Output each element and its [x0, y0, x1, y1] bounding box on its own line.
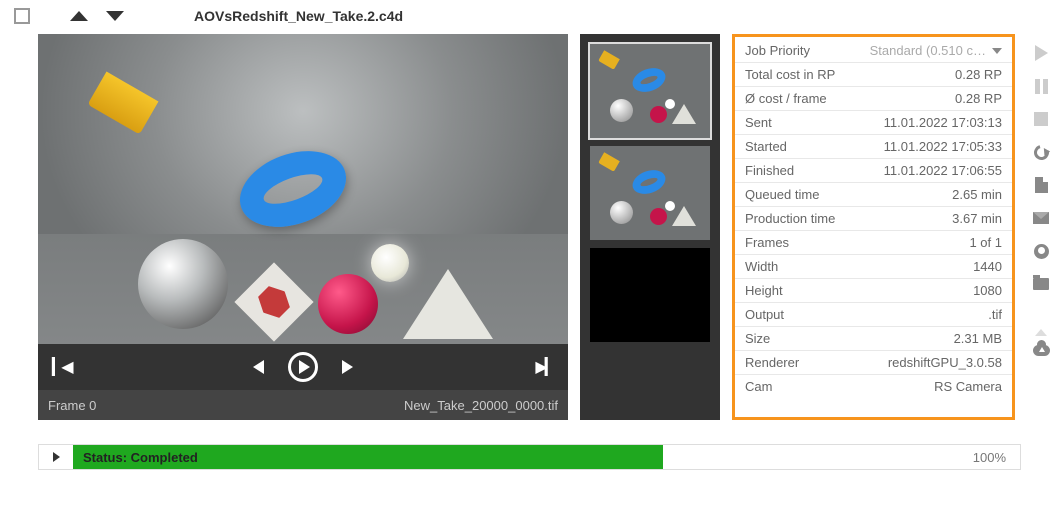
move-down-icon[interactable] — [106, 11, 124, 21]
action-sidebar — [1027, 34, 1055, 420]
detail-value: 2.31 MB — [954, 331, 1002, 346]
frame-label: Frame 0 — [48, 398, 96, 413]
status-percent: 100% — [940, 450, 1020, 465]
detail-value: Standard (0.510 c… — [870, 43, 1002, 58]
thumbnail-strip — [580, 34, 720, 420]
select-checkbox[interactable] — [14, 8, 30, 24]
detail-value: 11.01.2022 17:05:33 — [884, 139, 1002, 154]
detail-value: 0.28 RP — [955, 91, 1002, 106]
playback-controls: ▎◀ ▶▎ — [38, 344, 568, 390]
thumbnail[interactable] — [590, 146, 710, 240]
pause-job-icon[interactable] — [1032, 77, 1050, 95]
stop-job-icon[interactable] — [1032, 110, 1050, 128]
detail-row: Sent 11.01.2022 17:03:13 — [735, 111, 1012, 135]
detail-row[interactable]: Job Priority Standard (0.510 c… — [735, 39, 1012, 63]
detail-value: 1440 — [973, 259, 1002, 274]
chevron-down-icon[interactable] — [992, 48, 1002, 54]
detail-value: RS Camera — [934, 379, 1002, 394]
expand-status-icon[interactable] — [39, 452, 73, 462]
detail-key: Width — [745, 259, 778, 274]
detail-key: Sent — [745, 115, 772, 130]
detail-row: Frames 1 of 1 — [735, 231, 1012, 255]
detail-value: .tif — [988, 307, 1002, 322]
frame-info-bar: Frame 0 New_Take_20000_0000.tif — [38, 390, 568, 420]
folder-icon[interactable] — [1032, 275, 1050, 293]
job-details-panel: Job Priority Standard (0.510 c… Total cos… — [732, 34, 1015, 420]
detail-key: Size — [745, 331, 770, 346]
detail-value: 3.67 min — [952, 211, 1002, 226]
download-icon[interactable] — [1032, 341, 1050, 359]
document-icon[interactable] — [1032, 176, 1050, 194]
frame-filename: New_Take_20000_0000.tif — [404, 398, 558, 413]
detail-row: Output .tif — [735, 303, 1012, 327]
detail-row: Renderer redshiftGPU_3.0.58 — [735, 351, 1012, 375]
thumbnail[interactable] — [590, 248, 710, 342]
detail-value: 2.65 min — [952, 187, 1002, 202]
detail-key: Started — [745, 139, 787, 154]
detail-key: Production time — [745, 211, 835, 226]
thumbnail[interactable] — [590, 44, 710, 138]
detail-row: Width 1440 — [735, 255, 1012, 279]
skip-end-icon[interactable]: ▶▎ — [535, 357, 554, 377]
detail-key: Job Priority — [745, 43, 810, 58]
prev-frame-icon[interactable] — [253, 360, 264, 374]
detail-key: Frames — [745, 235, 789, 250]
detail-row: Total cost in RP 0.28 RP — [735, 63, 1012, 87]
status-progress: Status: Completed — [73, 445, 940, 469]
job-title: AOVsRedshift_New_Take.2.c4d — [194, 8, 403, 24]
detail-value: redshiftGPU_3.0.58 — [888, 355, 1002, 370]
detail-value: 1080 — [973, 283, 1002, 298]
user-icon[interactable] — [1032, 242, 1050, 260]
detail-row: Started 11.01.2022 17:05:33 — [735, 135, 1012, 159]
status-label: Status: Completed — [83, 450, 198, 465]
detail-value: 11.01.2022 17:03:13 — [884, 115, 1002, 130]
next-frame-icon[interactable] — [342, 360, 353, 374]
move-up-icon[interactable] — [70, 11, 88, 21]
detail-value: 1 of 1 — [969, 235, 1002, 250]
mail-icon[interactable] — [1032, 209, 1050, 227]
detail-row: Size 2.31 MB — [735, 327, 1012, 351]
detail-key: Ø cost / frame — [745, 91, 827, 106]
detail-key: Queued time — [745, 187, 819, 202]
reload-icon[interactable] — [1032, 143, 1050, 161]
chevron-up-icon[interactable] — [1032, 308, 1050, 326]
detail-row: Queued time 2.65 min — [735, 183, 1012, 207]
detail-row: Production time 3.67 min — [735, 207, 1012, 231]
status-bar: Status: Completed 100% — [38, 444, 1021, 470]
play-job-icon[interactable] — [1032, 44, 1050, 62]
render-preview[interactable] — [38, 34, 568, 344]
skip-start-icon[interactable]: ▎◀ — [52, 357, 71, 377]
detail-key: Total cost in RP — [745, 67, 835, 82]
detail-value: 0.28 RP — [955, 67, 1002, 82]
detail-row: Height 1080 — [735, 279, 1012, 303]
detail-value: 11.01.2022 17:06:55 — [884, 163, 1002, 178]
detail-key: Cam — [745, 379, 772, 394]
detail-key: Height — [745, 283, 783, 298]
detail-row: Ø cost / frame 0.28 RP — [735, 87, 1012, 111]
detail-row: Cam RS Camera — [735, 375, 1012, 398]
detail-key: Finished — [745, 163, 794, 178]
preview-panel: ▎◀ ▶▎ Frame 0 New_Take_20000_0000.tif — [38, 34, 568, 420]
play-icon[interactable] — [288, 352, 318, 382]
detail-key: Output — [745, 307, 784, 322]
detail-row: Finished 11.01.2022 17:06:55 — [735, 159, 1012, 183]
detail-key: Renderer — [745, 355, 799, 370]
